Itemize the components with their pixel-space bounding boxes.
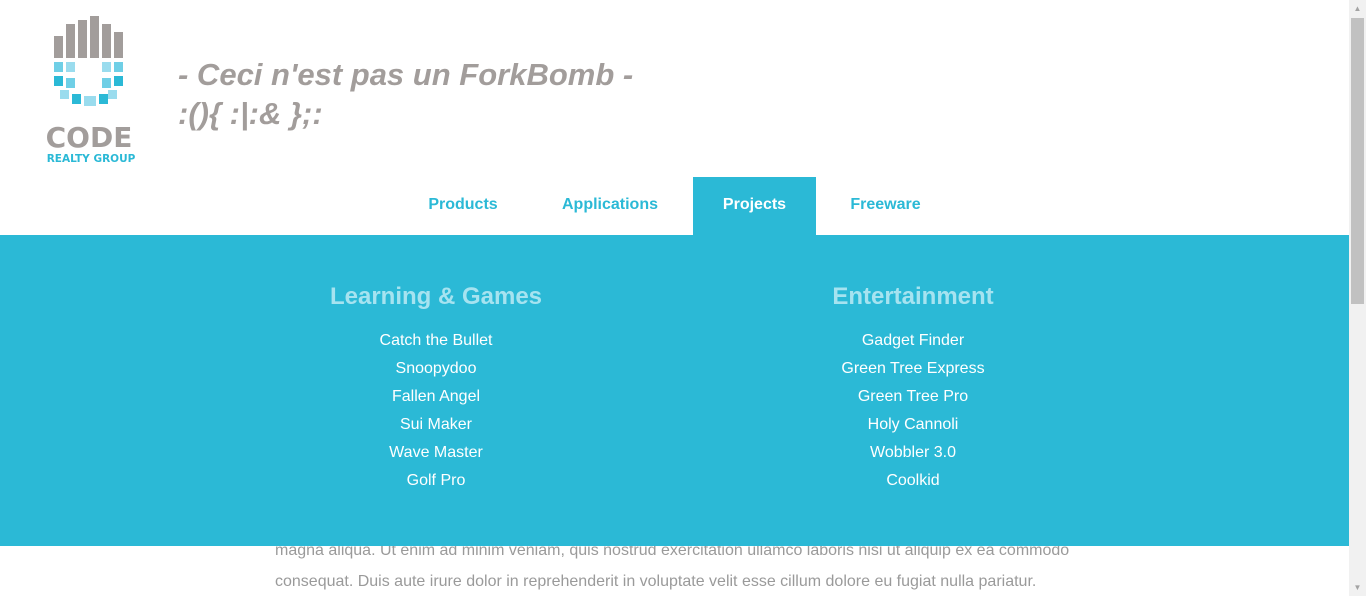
menu-link-sui-maker[interactable]: Sui Maker xyxy=(286,411,586,439)
projects-dropdown-menu: Learning & Games Catch the Bullet Snoopy… xyxy=(0,235,1349,546)
nav-item-products[interactable]: Products xyxy=(404,177,522,235)
menu-link-green-tree-express[interactable]: Green Tree Express xyxy=(763,355,1063,383)
scroll-up-arrow-icon[interactable]: ▲ xyxy=(1349,0,1366,17)
code-realty-logo[interactable]: CODE REALTY GROUP xyxy=(44,14,144,166)
page: CODE REALTY GROUP - Ceci n'est pas un Fo… xyxy=(0,0,1349,596)
menu-column-title: Learning & Games xyxy=(329,283,543,310)
site-tagline: - Ceci n'est pas un ForkBomb - :(){ :|:&… xyxy=(178,55,633,133)
menu-link-wobbler[interactable]: Wobbler 3.0 xyxy=(763,439,1063,467)
menu-link-catch-the-bullet[interactable]: Catch the Bullet xyxy=(286,327,586,355)
nav-item-projects[interactable]: Projects xyxy=(693,177,816,235)
menu-link-green-tree-pro[interactable]: Green Tree Pro xyxy=(763,383,1063,411)
menu-link-golf-pro[interactable]: Golf Pro xyxy=(286,467,586,495)
menu-column-list: Gadget Finder Green Tree Express Green T… xyxy=(763,327,1063,495)
tagline-line-1: - Ceci n'est pas un ForkBomb - xyxy=(178,57,634,92)
nav-item-freeware[interactable]: Freeware xyxy=(826,177,945,235)
vertical-scrollbar[interactable]: ▲ ▼ xyxy=(1349,0,1366,596)
menu-link-snoopydoo[interactable]: Snoopydoo xyxy=(286,355,586,383)
menu-column-list: Catch the Bullet Snoopydoo Fallen Angel … xyxy=(286,327,586,495)
main-nav: Products Applications Projects Freeware xyxy=(0,177,1349,235)
logo-sub: REALTY GROUP xyxy=(47,153,136,165)
logo-word: CODE xyxy=(46,121,133,154)
nav-item-applications[interactable]: Applications xyxy=(531,177,689,235)
menu-link-fallen-angel[interactable]: Fallen Angel xyxy=(286,383,586,411)
body-text-line-2: consequat. Duis aute irure dolor in repr… xyxy=(275,573,1037,590)
menu-column-title: Entertainment xyxy=(832,283,994,310)
menu-link-holy-cannoli[interactable]: Holy Cannoli xyxy=(763,411,1063,439)
scroll-down-arrow-icon[interactable]: ▼ xyxy=(1349,579,1366,596)
menu-link-gadget-finder[interactable]: Gadget Finder xyxy=(763,327,1063,355)
tagline-line-2: :(){ :|:& };: xyxy=(178,96,323,131)
logo-graphic: CODE REALTY GROUP xyxy=(46,16,136,165)
menu-link-wave-master[interactable]: Wave Master xyxy=(286,439,586,467)
menu-link-coolkid[interactable]: Coolkid xyxy=(763,467,1063,495)
scrollbar-thumb[interactable] xyxy=(1351,18,1364,304)
